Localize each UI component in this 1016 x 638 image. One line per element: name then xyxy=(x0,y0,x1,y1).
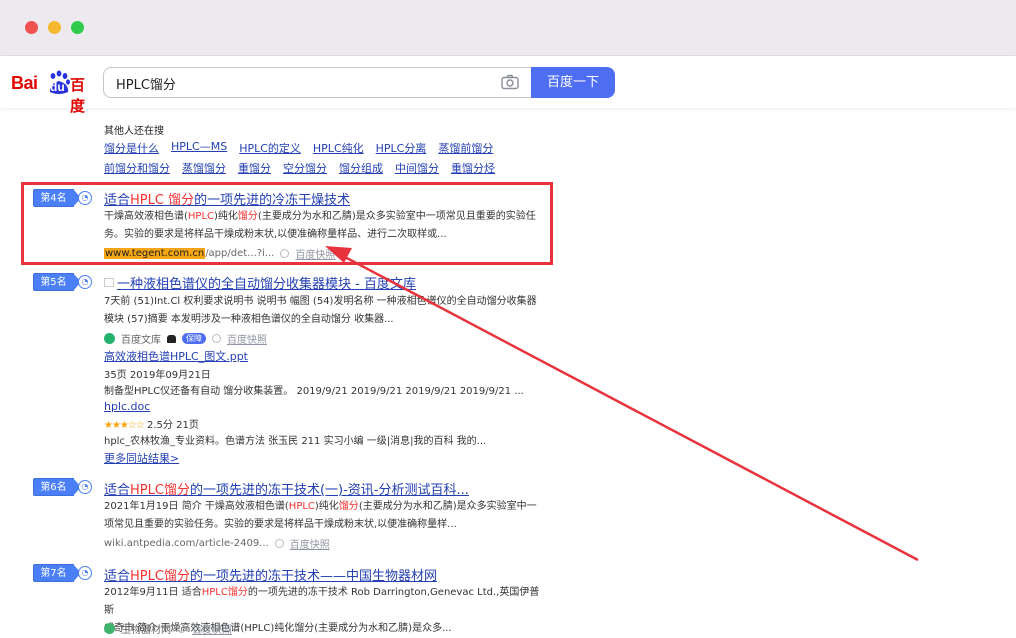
baidu-logo[interactable]: Bai du 百度 xyxy=(10,70,90,115)
related-link[interactable]: HPLC的定义 xyxy=(239,140,301,156)
sub-result-desc: hplc_农林牧渔_专业资料。色谱方法 张玉民 211 实习小编 一级|消息|我… xyxy=(104,436,487,447)
rank-label: 第6名 xyxy=(33,478,74,496)
related-link[interactable]: 重馏分烃 xyxy=(451,160,495,176)
rank-badge: 第5名 ◔ xyxy=(33,273,92,291)
sub-result-meta: 35页 2019年09月21日 xyxy=(104,370,211,381)
cache-link[interactable]: 百度快照 xyxy=(192,621,232,636)
related-link[interactable]: 馏分组成 xyxy=(339,160,383,176)
related-link[interactable]: 重馏分 xyxy=(238,160,271,176)
related-link[interactable]: HPLC纯化 xyxy=(313,140,364,156)
search-input[interactable] xyxy=(116,73,486,93)
rank-label: 第5名 xyxy=(33,273,74,291)
related-link[interactable]: 馏分是什么 xyxy=(104,140,159,156)
document-icon xyxy=(104,278,114,287)
sub-result-title-link[interactable]: hplc.doc xyxy=(104,400,150,413)
result-abstract: 2021年1月19日 简介 干燥高效液相色谱(HPLC)纯化馏分(主要成分为水和… xyxy=(104,501,537,530)
logo-paw-text: du xyxy=(50,80,65,94)
related-link[interactable]: HPLC分离 xyxy=(376,140,427,156)
sub-result-rating: ★★★☆☆ 2.5分 21页 xyxy=(104,420,199,431)
title-bar xyxy=(0,0,1016,56)
result-meta: wiki.antpedia.com/article-2409... 百度快照 xyxy=(104,536,330,551)
related-link[interactable]: 蒸馏馏分 xyxy=(182,160,226,176)
rank-info-icon[interactable]: ◔ xyxy=(78,480,92,494)
related-link[interactable]: HPLC—MS xyxy=(171,140,227,156)
site-icon xyxy=(104,623,115,634)
result-title-link[interactable]: 适合HPLC馏分的一项先进的冻干技术(一)-资讯-分析测试百科... xyxy=(104,479,469,498)
result-source[interactable]: 百度文库 xyxy=(121,331,161,346)
related-searches-row-1: 馏分是什么 HPLC—MS HPLC的定义 HPLC纯化 HPLC分离 蒸馏前馏… xyxy=(104,140,493,156)
rank-info-icon[interactable]: ◔ xyxy=(78,566,92,580)
dropdown-icon[interactable] xyxy=(212,334,221,343)
search-box xyxy=(103,67,531,98)
cache-link[interactable]: 百度快照 xyxy=(227,331,267,346)
maximize-window-button[interactable] xyxy=(71,21,84,34)
dropdown-icon[interactable] xyxy=(274,539,284,548)
result-url[interactable]: wiki.antpedia.com/article-2409... xyxy=(104,538,269,549)
result-title-link[interactable]: 适合HPLC馏分的一项先进的冻干技术——中国生物器材网 xyxy=(104,565,437,584)
annotation-highlight-box xyxy=(21,182,553,265)
rank-info-icon[interactable]: ◔ xyxy=(78,275,92,289)
close-window-button[interactable] xyxy=(25,21,38,34)
rank-badge: 第7名 ◔ xyxy=(33,564,92,582)
minimize-window-button[interactable] xyxy=(48,21,61,34)
related-searches-row-2: 前馏分和馏分 蒸馏馏分 重馏分 空分馏分 馏分组成 中间馏分 重馏分烃 xyxy=(104,160,495,176)
result-meta: 生物器材网 百度快照 xyxy=(104,621,232,636)
camera-icon[interactable] xyxy=(501,74,519,90)
related-link[interactable]: 蒸馏前馏分 xyxy=(438,140,493,156)
browser-window: Bai du 百度 百度一下 其他人还在搜 馏分是什么 HPLC—MS HPLC… xyxy=(0,0,1016,638)
related-link[interactable]: 中间馏分 xyxy=(395,160,439,176)
dropdown-icon[interactable] xyxy=(177,624,186,633)
rank-badge: 第6名 ◔ xyxy=(33,478,92,496)
rank-label: 第7名 xyxy=(33,564,74,582)
related-link[interactable]: 空分馏分 xyxy=(283,160,327,176)
logo-latin-text: Bai xyxy=(11,73,38,93)
sub-result-title-link[interactable]: 高效液相色谱HPLC_图文.ppt xyxy=(104,348,248,364)
result-meta: 百度文库 保障 百度快照 xyxy=(104,331,267,346)
result-source[interactable]: 生物器材网 xyxy=(121,621,171,636)
search-button[interactable]: 百度一下 xyxy=(531,67,615,98)
more-site-results-link[interactable]: 更多同站结果> xyxy=(104,450,179,466)
cache-link[interactable]: 百度快照 xyxy=(290,536,330,551)
result-abstract: 7天前 (51)Int.Cl 权利要求说明书 说明书 幅图 (54)发明名称 一… xyxy=(104,296,537,325)
lock-icon xyxy=(167,334,176,343)
related-searches-title: 其他人还在搜 xyxy=(104,126,164,137)
result-title-link[interactable]: 一种液相色谱仪的全自动馏分收集器模块 - 百度文库 xyxy=(117,273,416,292)
sub-result-desc: 制备型HPLC仪还备有自动 馏分收集装置。 2019/9/21 2019/9/2… xyxy=(104,386,524,397)
wenku-icon xyxy=(104,333,115,344)
rating-stars: ★★★☆☆ xyxy=(104,420,145,431)
guarantee-badge: 保障 xyxy=(182,333,206,344)
related-link[interactable]: 前馏分和馏分 xyxy=(104,160,170,176)
